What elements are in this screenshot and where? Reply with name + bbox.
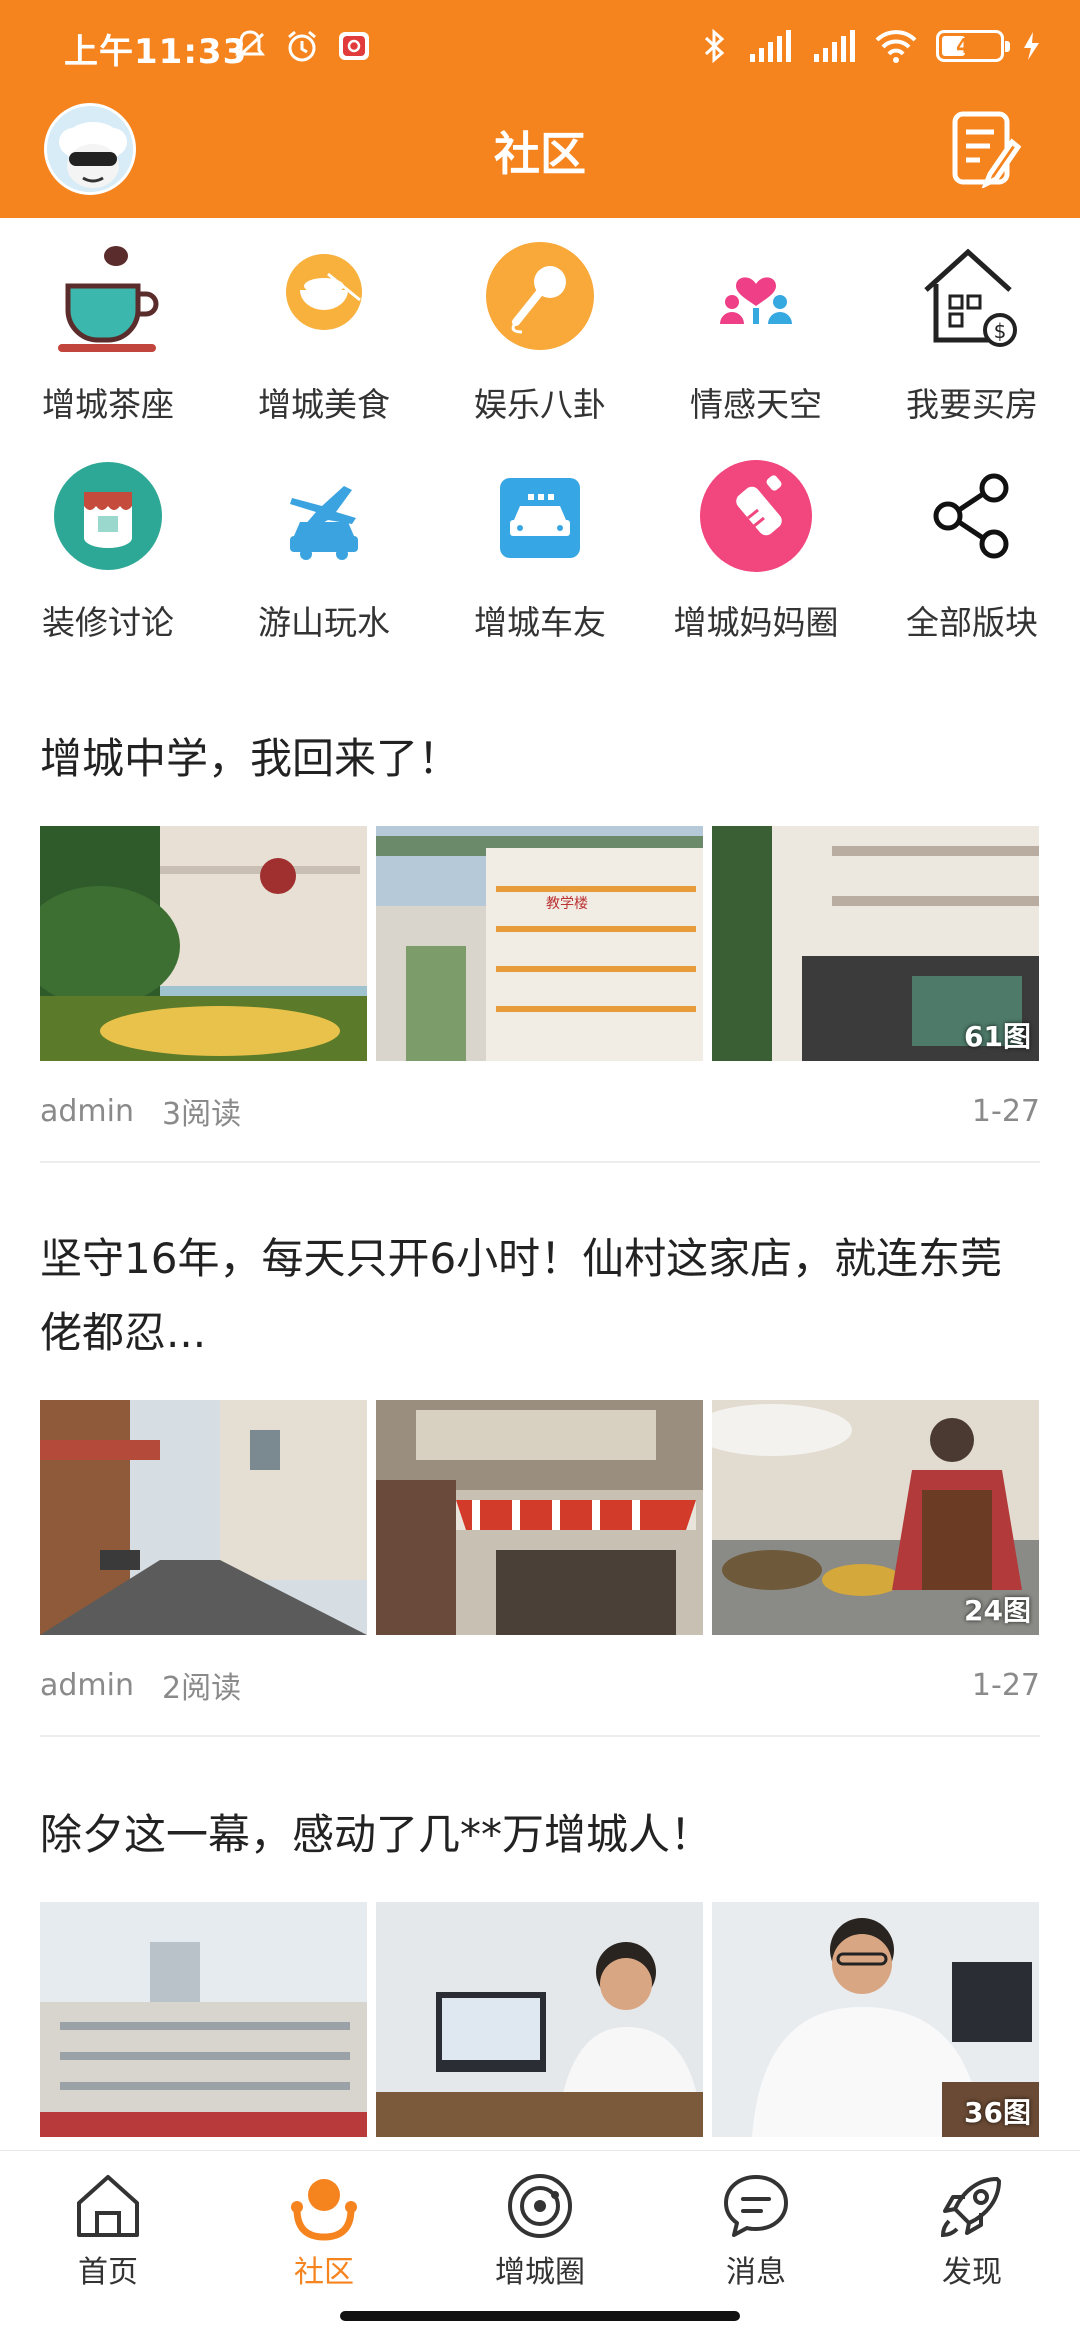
post-card[interactable]: 除夕这一幕，感动了几**万增城人！ 36图 bbox=[40, 1798, 1040, 2137]
plane-car-icon bbox=[290, 486, 358, 560]
category-entertainment[interactable]: 娱乐八卦 bbox=[432, 240, 648, 426]
category-label: 增城车友 bbox=[474, 603, 606, 642]
microphone-icon bbox=[486, 242, 594, 350]
category-travel[interactable]: 游山玩水 bbox=[216, 458, 432, 644]
nav-label: 发现 bbox=[942, 2255, 1002, 2290]
category-label: 娱乐八卦 bbox=[474, 385, 606, 424]
signal-hd-2-icon bbox=[814, 30, 855, 62]
post-author[interactable]: admin bbox=[40, 1668, 134, 1703]
couple-heart-icon bbox=[720, 277, 792, 324]
category-label: 增城茶座 bbox=[42, 385, 174, 424]
category-emotion[interactable]: 情感天空 bbox=[648, 240, 864, 426]
post-photo[interactable] bbox=[40, 1902, 367, 2137]
battery-indicator: 47 bbox=[936, 30, 1010, 62]
charging-icon bbox=[1024, 32, 1039, 60]
category-renovation[interactable]: 装修讨论 bbox=[0, 458, 216, 644]
post-reads: 3阅读 bbox=[162, 1097, 242, 1132]
status-time: 上午11:33 bbox=[64, 32, 248, 72]
category-label: 游山玩水 bbox=[258, 603, 390, 642]
category-all-sections[interactable]: 全部版块 bbox=[864, 458, 1080, 644]
notification-muted-icon bbox=[235, 30, 265, 60]
post-divider bbox=[40, 1735, 1040, 1737]
compose-post-icon[interactable] bbox=[950, 108, 1022, 188]
svg-text:$: $ bbox=[994, 319, 1007, 343]
category-label: 装修讨论 bbox=[42, 603, 174, 642]
doctor-computer-photo bbox=[376, 1902, 703, 2137]
teaching-building-photo: 教学楼 bbox=[376, 826, 703, 1061]
paint-bucket-icon bbox=[54, 462, 162, 570]
svg-text:教学楼: 教学楼 bbox=[546, 896, 588, 912]
community-icon bbox=[291, 2179, 357, 2241]
share-icon bbox=[933, 473, 1009, 559]
home-icon bbox=[77, 2175, 139, 2237]
post-photo[interactable]: 36图 bbox=[712, 1902, 1039, 2137]
post-divider bbox=[40, 1161, 1040, 1163]
photo-count-badge: 24图 bbox=[964, 1594, 1031, 1627]
post-author[interactable]: admin bbox=[40, 1094, 134, 1129]
baby-bottle-icon bbox=[700, 460, 812, 572]
post-photo[interactable] bbox=[40, 826, 367, 1061]
category-buy-house[interactable]: $ 我要买房 bbox=[864, 240, 1080, 426]
category-label: 增城美食 bbox=[258, 385, 390, 424]
post-date: 1-27 bbox=[971, 1093, 1040, 1129]
post-title[interactable]: 增城中学，我回来了！ bbox=[40, 722, 1040, 796]
photo-count-badge: 61图 bbox=[964, 1020, 1031, 1053]
nav-label: 首页 bbox=[78, 2255, 138, 2290]
bluetooth-icon bbox=[704, 28, 725, 64]
post-photo[interactable] bbox=[376, 1400, 703, 1635]
nav-discover[interactable]: 发现 bbox=[864, 2151, 1080, 2340]
nav-home[interactable]: 首页 bbox=[0, 2151, 216, 2340]
message-bubble-icon bbox=[724, 2175, 788, 2237]
food-bowl-icon bbox=[286, 254, 362, 330]
post-photo[interactable]: 24图 bbox=[712, 1400, 1039, 1635]
category-grid: 增城茶座 增城美食 娱乐八卦 情感天空 $ 我要买房 装修讨论 游山玩水 增城车… bbox=[0, 240, 1080, 644]
tea-cup-icon bbox=[58, 246, 159, 352]
post-photo[interactable] bbox=[376, 1902, 703, 2137]
post-photo[interactable]: 教学楼 bbox=[376, 826, 703, 1061]
post-title[interactable]: 坚守16年，每天只开6小时！仙村这家店，就连东莞佬都忍... bbox=[40, 1222, 1040, 1370]
category-mom-circle[interactable]: 增城妈妈圈 bbox=[648, 458, 864, 644]
battery-percent: 47 bbox=[956, 34, 984, 58]
category-label: 增城妈妈圈 bbox=[673, 603, 839, 642]
alarm-icon bbox=[288, 30, 316, 62]
category-label: 全部版块 bbox=[906, 603, 1038, 642]
planet-circle-icon bbox=[508, 2174, 572, 2238]
post-images: 24图 bbox=[40, 1400, 1040, 1635]
category-label: 情感天空 bbox=[690, 385, 822, 424]
nav-label: 消息 bbox=[726, 2255, 786, 2290]
school-gate-photo bbox=[40, 826, 367, 1061]
status-right: 47 bbox=[700, 26, 1040, 66]
wifi-icon bbox=[875, 30, 917, 63]
shop-front-photo bbox=[376, 1400, 703, 1635]
car-icon bbox=[500, 478, 580, 558]
post-meta: admin 3阅读 1-27 bbox=[40, 1061, 1040, 1161]
house-price-icon: $ bbox=[924, 248, 1017, 347]
post-images: 教学楼 61图 bbox=[40, 826, 1040, 1061]
page-title: 社区 bbox=[494, 127, 586, 181]
status-bar: 上午11:33 47 bbox=[0, 0, 1080, 95]
post-meta: admin 2阅读 1-27 bbox=[40, 1635, 1040, 1735]
street-photo bbox=[40, 1400, 367, 1635]
post-images: 36图 bbox=[40, 1902, 1040, 2137]
post-reads: 2阅读 bbox=[162, 1671, 242, 1706]
signal-hd-icon bbox=[750, 30, 791, 62]
category-food[interactable]: 增城美食 bbox=[216, 240, 432, 426]
post-card[interactable]: 坚守16年，每天只开6小时！仙村这家店，就连东莞佬都忍... 24图 admin… bbox=[40, 1222, 1040, 1737]
photo-count-badge: 36图 bbox=[964, 2096, 1031, 2129]
nav-label: 社区 bbox=[294, 2255, 354, 2290]
post-photo[interactable] bbox=[40, 1400, 367, 1635]
post-photo[interactable]: 61图 bbox=[712, 826, 1039, 1061]
home-indicator[interactable] bbox=[340, 2311, 740, 2321]
post-card[interactable]: 增城中学，我回来了！ 教学楼 61图 admin 3阅读 1-27 bbox=[40, 722, 1040, 1163]
rocket-icon bbox=[940, 2177, 1001, 2238]
category-tea-house[interactable]: 增城茶座 bbox=[0, 240, 216, 426]
post-date: 1-27 bbox=[971, 1667, 1040, 1703]
app-notification-icon bbox=[339, 32, 369, 60]
hospital-building-photo bbox=[40, 1902, 367, 2137]
nav-label: 增城圈 bbox=[495, 2255, 585, 2290]
app-header: 上午11:33 47 社区 bbox=[0, 0, 1080, 218]
post-title[interactable]: 除夕这一幕，感动了几**万增城人！ bbox=[40, 1798, 1040, 1872]
category-car-club[interactable]: 增城车友 bbox=[432, 458, 648, 644]
category-label: 我要买房 bbox=[906, 385, 1038, 424]
